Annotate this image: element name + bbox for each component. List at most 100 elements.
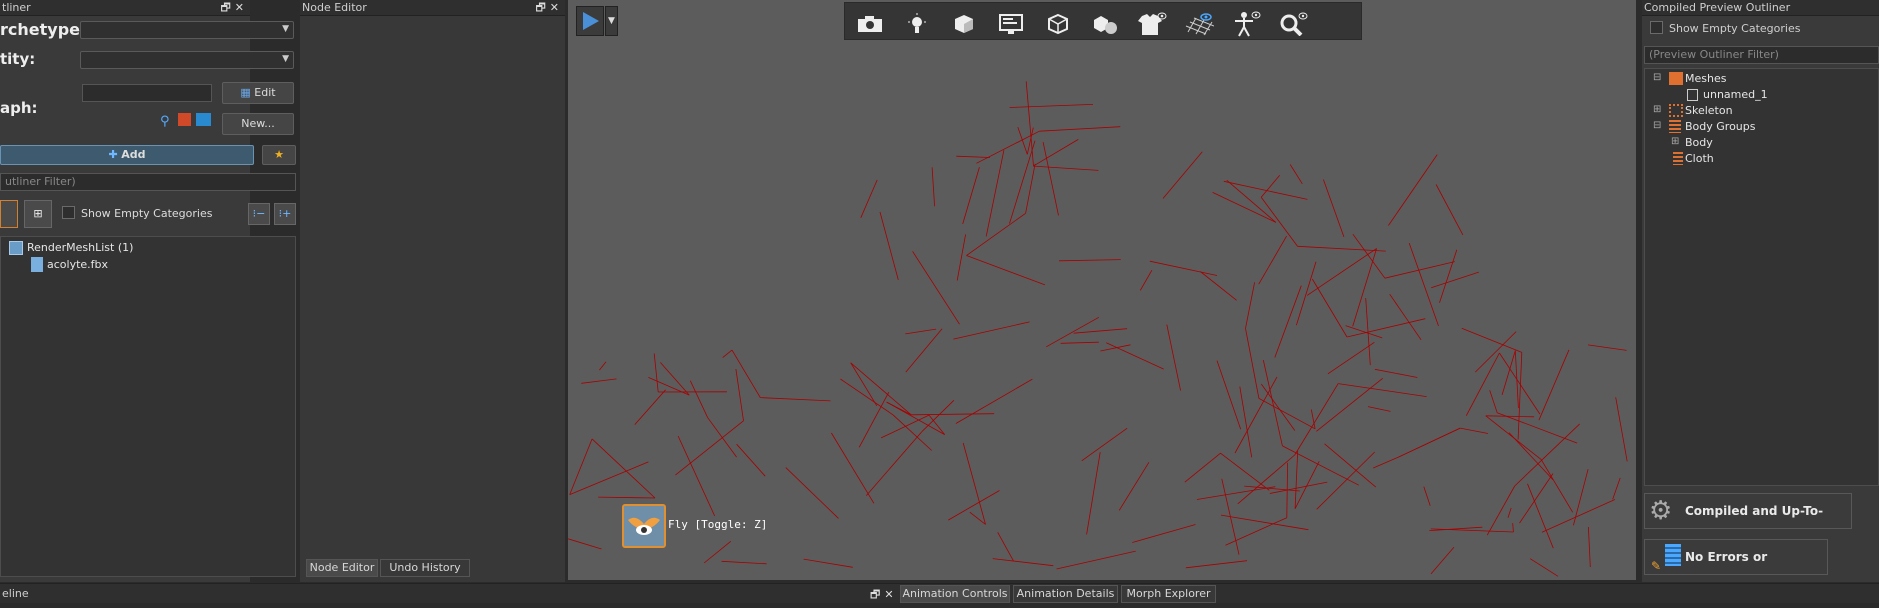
outliner-filter-input[interactable]: utliner Filter) <box>0 173 296 191</box>
edit-button[interactable]: ▦ Edit <box>222 82 294 104</box>
tab-animation-controls-label: Animation Controls <box>902 587 1007 600</box>
right-show-empty-checkbox[interactable] <box>1650 21 1663 34</box>
expand-all-icon[interactable]: ⁝+ <box>274 203 296 225</box>
tab-undo-history[interactable]: Undo History <box>380 559 470 577</box>
tree-item-meshes[interactable]: Meshes <box>1685 72 1726 85</box>
tree-item-body[interactable]: Body <box>1685 136 1713 149</box>
outliner-window-buttons[interactable]: 🗗✕ <box>220 0 248 16</box>
graph-label: aph: <box>0 99 38 117</box>
outliner-title-text: tliner <box>2 1 31 14</box>
star-icon: ★ <box>274 148 284 161</box>
expand-body-groups-icon[interactable]: ⊟ <box>1653 120 1661 131</box>
node-editor-panel: Node Editor 🗗✕ Node Editor Undo History <box>300 0 565 582</box>
tree-item-cloth[interactable]: Cloth <box>1685 152 1714 165</box>
add-button[interactable]: ✚ Add <box>0 145 254 165</box>
bottom-bar: eline 🗗✕ Animation Controls Animation De… <box>0 583 1879 603</box>
outliner-panel: tliner 🗗✕ rchetype: ▼ tity: ▼ ▦ Edit aph… <box>0 0 250 582</box>
tree-item-unnamed[interactable]: unnamed_1 <box>1703 88 1768 101</box>
compiled-preview-title: Compiled Preview Outliner <box>1642 0 1879 16</box>
archetype-combo[interactable]: ▼ <box>80 21 294 39</box>
compiled-preview-title-text: Compiled Preview Outliner <box>1644 1 1790 14</box>
light-bulb-icon[interactable] <box>902 11 932 37</box>
play-button[interactable] <box>576 6 604 36</box>
play-dropdown-button[interactable]: ▼ <box>605 6 618 36</box>
unnamed-icon <box>1687 89 1698 101</box>
warnings-status-button[interactable]: ✎ No Errors or Warnings <box>1644 539 1828 575</box>
fly-mode-label: Fly [Toggle: Z] <box>668 518 767 531</box>
grid-eye-icon[interactable] <box>1184 11 1214 37</box>
chevron-down-icon: ▼ <box>282 24 289 34</box>
archetype-label: rchetype: <box>0 20 86 39</box>
file-icon <box>31 257 43 272</box>
cube-wire-icon[interactable] <box>1043 11 1073 37</box>
tab-animation-details-label: Animation Details <box>1017 587 1115 600</box>
plus-icon: ✚ <box>109 148 118 161</box>
expand-body-icon[interactable]: ⊞ <box>1671 136 1679 147</box>
shirt-eye-icon[interactable] <box>1137 11 1167 37</box>
outliner-filter-placeholder: utliner Filter) <box>5 175 76 188</box>
tab-node-editor[interactable]: Node Editor <box>306 559 378 577</box>
shapes-icon[interactable] <box>1090 11 1120 37</box>
remove-graph-icon[interactable] <box>178 113 191 126</box>
outliner-title: tliner 🗗✕ <box>0 0 250 16</box>
fly-mode-icon[interactable] <box>622 504 666 548</box>
preview-filter-input[interactable]: (Preview Outliner Filter) <box>1644 46 1879 64</box>
wireframe-model <box>568 0 1636 580</box>
cube-solid-icon[interactable] <box>949 11 979 37</box>
expand-skeleton-icon[interactable]: ⊞ <box>1653 104 1661 115</box>
gear-icon: ⚙ <box>1649 496 1672 526</box>
right-show-empty-label: Show Empty Categories <box>1669 22 1800 35</box>
new-label: New... <box>241 117 274 130</box>
open-graph-icon[interactable] <box>196 113 211 126</box>
node-editor-title-text: Node Editor <box>302 1 367 14</box>
entity-combo[interactable]: ▼ <box>80 51 294 69</box>
node-editor-title: Node Editor 🗗✕ <box>300 0 565 16</box>
entity-label: tity: <box>0 50 35 68</box>
tree-item-acolyte[interactable]: acolyte.fbx <box>47 258 108 271</box>
cloth-icon <box>1673 152 1683 165</box>
show-empty-label: Show Empty Categories <box>81 207 212 220</box>
pencil-icon: ✎ <box>1651 560 1661 572</box>
tree-item-body-groups[interactable]: Body Groups <box>1685 120 1756 133</box>
winged-eye-icon <box>624 506 664 546</box>
preview-tree: ⊟ Meshes unnamed_1 ⊞ Skeleton ⊟ Body Gro… <box>1644 68 1879 486</box>
show-empty-checkbox[interactable] <box>62 206 75 219</box>
compiled-preview-panel: Compiled Preview Outliner Show Empty Cat… <box>1642 0 1879 582</box>
tree-item-skeleton[interactable]: Skeleton <box>1685 104 1733 117</box>
edit-label: Edit <box>254 86 275 99</box>
preview-filter-placeholder: (Preview Outliner Filter) <box>1649 48 1779 61</box>
sort-icon[interactable] <box>0 200 18 228</box>
tab-undo-history-label: Undo History <box>389 561 460 574</box>
timeline-label: eline <box>2 587 29 600</box>
search-graph-icon[interactable]: ⚲ <box>160 114 170 129</box>
tab-animation-details[interactable]: Animation Details <box>1013 585 1118 603</box>
chevron-down-icon: ▼ <box>282 54 289 64</box>
camera-icon[interactable] <box>855 11 885 37</box>
tab-animation-controls[interactable]: Animation Controls <box>900 585 1010 603</box>
new-button[interactable]: New... <box>222 113 294 135</box>
tab-morph-explorer[interactable]: Morph Explorer <box>1121 585 1216 603</box>
expand-meshes-icon[interactable]: ⊟ <box>1653 72 1661 83</box>
rendermesh-icon <box>9 241 23 255</box>
skeleton-eye-icon[interactable] <box>1231 11 1261 37</box>
outliner-tree: RenderMeshList (1) acolyte.fbx <box>0 236 296 577</box>
viewport-toolbar <box>844 2 1362 40</box>
monitor-icon[interactable] <box>996 11 1026 37</box>
tree-item-rendermeshlist[interactable]: RenderMeshList (1) <box>27 241 133 254</box>
zoom-icon[interactable] <box>1278 11 1308 37</box>
node-editor-window-buttons[interactable]: 🗗✕ <box>535 0 563 16</box>
edit-icon: ▦ <box>240 86 250 99</box>
timeline-window-buttons[interactable]: 🗗✕ <box>870 586 898 605</box>
graph-field[interactable] <box>82 84 212 102</box>
document-icon <box>1665 544 1681 566</box>
viewport[interactable]: ▼ Fly [Toggle: Z] <box>568 0 1636 580</box>
skeleton-icon <box>1669 104 1683 117</box>
tab-node-editor-label: Node Editor <box>310 561 375 574</box>
meshes-icon <box>1669 72 1683 85</box>
add-label: Add <box>121 148 145 161</box>
collapse-all-icon[interactable]: ⁝− <box>248 203 270 225</box>
favorites-button[interactable]: ★ <box>262 145 296 165</box>
hierarchy-icon[interactable]: ⊞ <box>24 200 52 228</box>
tab-morph-explorer-label: Morph Explorer <box>1127 587 1211 600</box>
compiled-status-button[interactable]: ⚙ Compiled and Up-To-Date <box>1644 493 1852 529</box>
